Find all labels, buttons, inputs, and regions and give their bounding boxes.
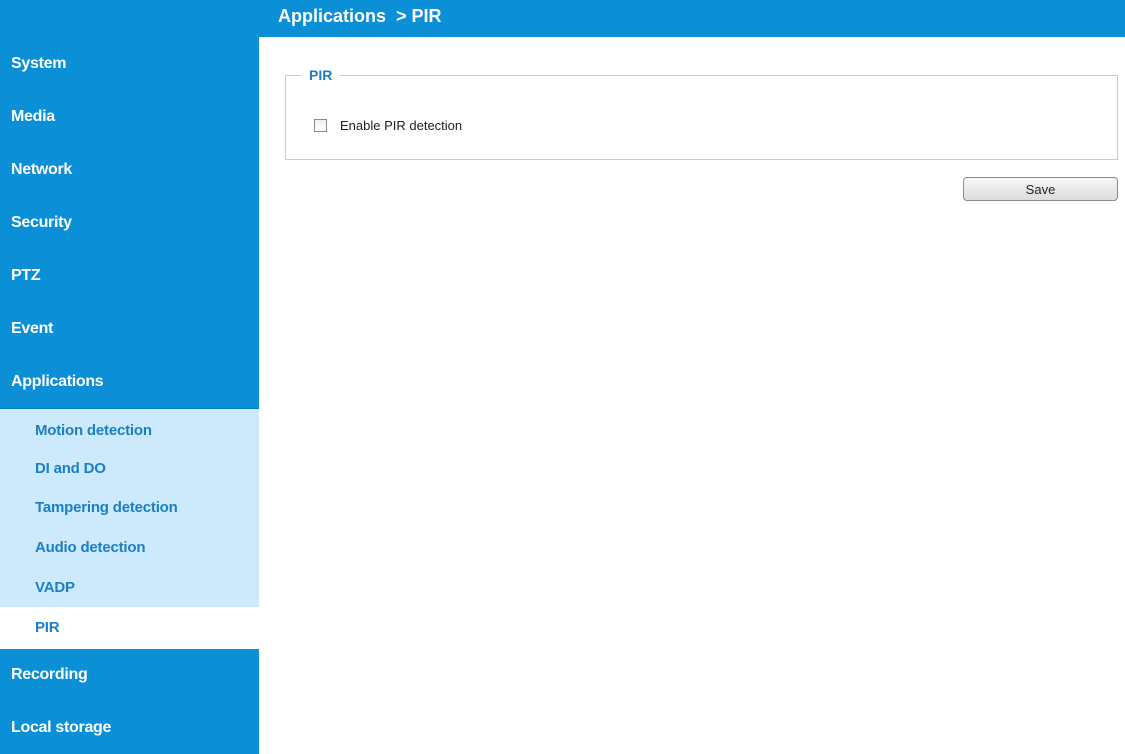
enable-pir-row: Enable PIR detection (314, 118, 462, 133)
breadcrumb: Applications > PIR (278, 6, 442, 26)
sidebar-item-network[interactable]: Network (0, 143, 259, 196)
enable-pir-checkbox[interactable] (314, 119, 327, 132)
submenu-item-audio-detection[interactable]: Audio detection (0, 528, 259, 568)
enable-pir-label[interactable]: Enable PIR detection (340, 118, 462, 133)
sidebar-item-recording[interactable]: Recording (0, 649, 259, 702)
submenu-item-motion-detection[interactable]: Motion detection (0, 409, 259, 449)
sidebar-item-ptz[interactable]: PTZ (0, 249, 259, 302)
submenu-item-pir[interactable]: PIR (0, 606, 259, 649)
sidebar-item-local-storage[interactable]: Local storage (0, 702, 259, 754)
sidebar-item-applications[interactable]: Applications (0, 355, 259, 409)
submenu-item-di-and-do[interactable]: DI and DO (0, 449, 259, 489)
sidebar-header-spacer (0, 0, 259, 37)
sidebar-item-event[interactable]: Event (0, 302, 259, 355)
pir-fieldset: PIR Enable PIR detection (285, 66, 1118, 160)
submenu-item-tampering-detection[interactable]: Tampering detection (0, 488, 259, 528)
save-button[interactable]: Save (963, 177, 1118, 201)
sidebar: System Media Network Security PTZ Event … (0, 0, 259, 754)
applications-submenu: Motion detection DI and DO Tampering det… (0, 409, 259, 649)
pir-legend: PIR (301, 66, 341, 84)
submenu-item-vadp[interactable]: VADP (0, 567, 259, 607)
sidebar-item-security[interactable]: Security (0, 196, 259, 249)
sidebar-item-media[interactable]: Media (0, 90, 259, 143)
page-header: Applications > PIR (259, 0, 1125, 37)
sidebar-item-system[interactable]: System (0, 37, 259, 90)
